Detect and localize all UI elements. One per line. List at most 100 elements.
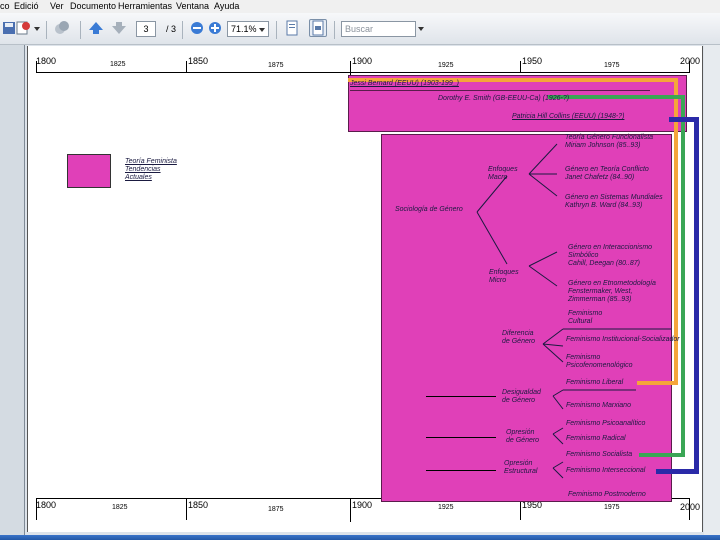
leaf-sistemas: Género en Sistemas Mundiales	[565, 194, 663, 201]
author-line	[350, 90, 650, 91]
node-sociologia-genero: Sociología de Género	[395, 206, 463, 213]
zoom-in-icon[interactable]	[206, 19, 224, 37]
toolbar-separator	[80, 21, 81, 39]
leaf-conflicto: Janet Chafetz (84..90)	[565, 174, 635, 181]
tree-connectors	[476, 143, 671, 479]
toolbar-separator	[182, 21, 183, 39]
node-desigualdad-genero: de Género	[502, 397, 536, 404]
legend-label: Actuales	[125, 174, 152, 181]
menu-item-file[interactable]: co	[0, 1, 10, 11]
legend-label: Teoría Feminista	[125, 158, 177, 165]
search-dropdown-icon[interactable]	[417, 19, 425, 39]
leaf-interaccionismo: Cahill, Deegan (80..87)	[568, 260, 640, 267]
leaf-posmoderno: Feminismo Postmoderno	[568, 491, 646, 498]
axis-label-year: 1900	[352, 56, 373, 66]
leaf-interaccionismo: Simbólico	[568, 252, 599, 259]
node-enfoques-micro: Micro	[489, 277, 507, 284]
zoom-out-icon[interactable]	[188, 19, 206, 37]
axis-label-year-minor: 1875	[268, 62, 284, 69]
axis-label-year-minor: 1825	[112, 504, 128, 511]
leaf-etnometodologia: Fenstermaker, West,	[568, 288, 633, 295]
node-diferencia-genero: de Género	[502, 338, 536, 345]
leaf-radical: Feminismo Radical	[566, 435, 626, 442]
single-page-view-icon[interactable]	[283, 19, 301, 37]
fit-page-icon[interactable]	[309, 19, 327, 37]
share-icon[interactable]	[53, 19, 71, 37]
axis-label-year: 1950	[522, 56, 543, 66]
axis-label-year: 2000	[680, 56, 701, 66]
axis-label-year-minor: 1925	[438, 62, 454, 69]
node-diferencia-genero: Diferencia	[502, 330, 534, 337]
node-opresion-genero: Opresión	[506, 429, 535, 436]
toolbar-separator	[334, 21, 335, 39]
author-smith: Dorothy E. Smith (GB-EEUU-Ca) (1926-?)	[438, 95, 570, 102]
page-number-input[interactable]: 3	[136, 21, 156, 37]
axis-label-year-minor: 1975	[604, 62, 620, 69]
taskbar	[0, 535, 720, 540]
chevron-down-icon	[259, 28, 265, 32]
leaf-funcionalista: Miriam Johnson (85..93)	[565, 142, 641, 149]
menu-item-edit[interactable]: Edició	[14, 1, 39, 11]
navigation-pane[interactable]	[0, 45, 25, 535]
edit-document-icon[interactable]	[14, 19, 32, 37]
vertical-scrollbar[interactable]	[704, 45, 720, 535]
node-enfoques-macro: Macro	[488, 174, 508, 181]
navy-bracket-vertical	[694, 117, 699, 474]
legend-label: Tendencias	[125, 166, 161, 173]
axis-label-year: 1900	[352, 500, 373, 510]
axis-tick	[186, 498, 187, 520]
search-input[interactable]: Buscar	[341, 21, 416, 37]
leaf-interseccional: Feminismo Interseccional	[566, 467, 646, 474]
node-opresion-estructural: Opresión	[504, 460, 533, 467]
axis-label-year-minor: 1925	[438, 504, 454, 511]
axis-label-year: 2000	[680, 502, 701, 512]
node-desigualdad-genero: Desigualdad	[502, 389, 541, 396]
menu-item-help[interactable]: Ayuda	[214, 1, 239, 11]
menu-item-document[interactable]: Documento	[70, 1, 116, 11]
toolbar-separator	[46, 21, 47, 39]
leaf-liberal: Feminismo Liberal	[566, 379, 624, 386]
axis-tick	[186, 61, 187, 72]
axis-label-year-minor: 1825	[110, 61, 126, 68]
leaf-etnometodologia: Zimmerman (85..93)	[568, 296, 632, 303]
menu-item-view[interactable]: Ver	[50, 1, 64, 11]
legend-swatch	[67, 154, 111, 188]
node-opresion-genero: de Género	[506, 437, 540, 444]
leaf-cultural: Feminismo	[568, 310, 603, 317]
page-total-label: / 3	[165, 24, 176, 34]
node-enfoques-macro: Enfoques	[488, 166, 518, 173]
dropdown-arrow-icon[interactable]	[33, 19, 41, 39]
menu-item-tools[interactable]: Herramientas	[118, 1, 172, 11]
leaf-institucional: Feminismo Institucional-Socializador	[566, 336, 680, 343]
zoom-value: 71.1%	[231, 24, 257, 34]
next-page-icon[interactable]	[110, 19, 128, 37]
zoom-select[interactable]: 71.1%	[227, 21, 269, 37]
node-opresion-estructural: Estructural	[504, 468, 538, 475]
node-enfoques-micro: Enfoques	[489, 269, 519, 276]
leaf-psicofenomenologico: Psicofenomenológico	[566, 362, 633, 369]
menu-bar: co Edició Ver Documento Herramientas Ven…	[0, 0, 720, 13]
leaf-marxiano: Feminismo Marxiano	[566, 402, 631, 409]
leaf-sistemas: Kathryn B. Ward (84..93)	[565, 202, 643, 209]
axis-label-year-minor: 1875	[268, 506, 284, 513]
axis-tick	[350, 498, 351, 522]
green-bracket-vertical	[681, 95, 685, 457]
leaf-socialista: Feminismo Socialista	[566, 451, 633, 458]
menu-item-window[interactable]: Ventana	[176, 1, 209, 11]
axis-label-year: 1800	[36, 500, 57, 510]
axis-label-year: 1850	[188, 500, 209, 510]
axis-label-year: 1850	[188, 56, 209, 66]
axis-label-year: 1800	[36, 56, 57, 66]
previous-page-icon[interactable]	[87, 19, 105, 37]
leaf-etnometodologia: Género en Etnometodología	[568, 280, 656, 287]
leaf-interaccionismo: Género en Interaccionismo	[568, 244, 653, 251]
axis-label-year-minor: 1975	[604, 504, 620, 511]
axis-tick	[520, 61, 521, 72]
leaf-conflicto: Género en Teoría Conflicto	[565, 166, 649, 173]
leaf-psicofenomenologico: Feminismo	[566, 354, 601, 361]
pdf-page: 1800 1850 1900 1950 2000 1825 1875 1925 …	[27, 46, 703, 532]
toolbar-separator	[276, 21, 277, 39]
timeline-axis-top	[36, 72, 690, 73]
leaf-psicoanalitico: Feminismo Psicoanalítico	[566, 420, 646, 427]
author-bernard: Jessi Bernard (EEUU) (1903-199_)	[350, 80, 459, 87]
